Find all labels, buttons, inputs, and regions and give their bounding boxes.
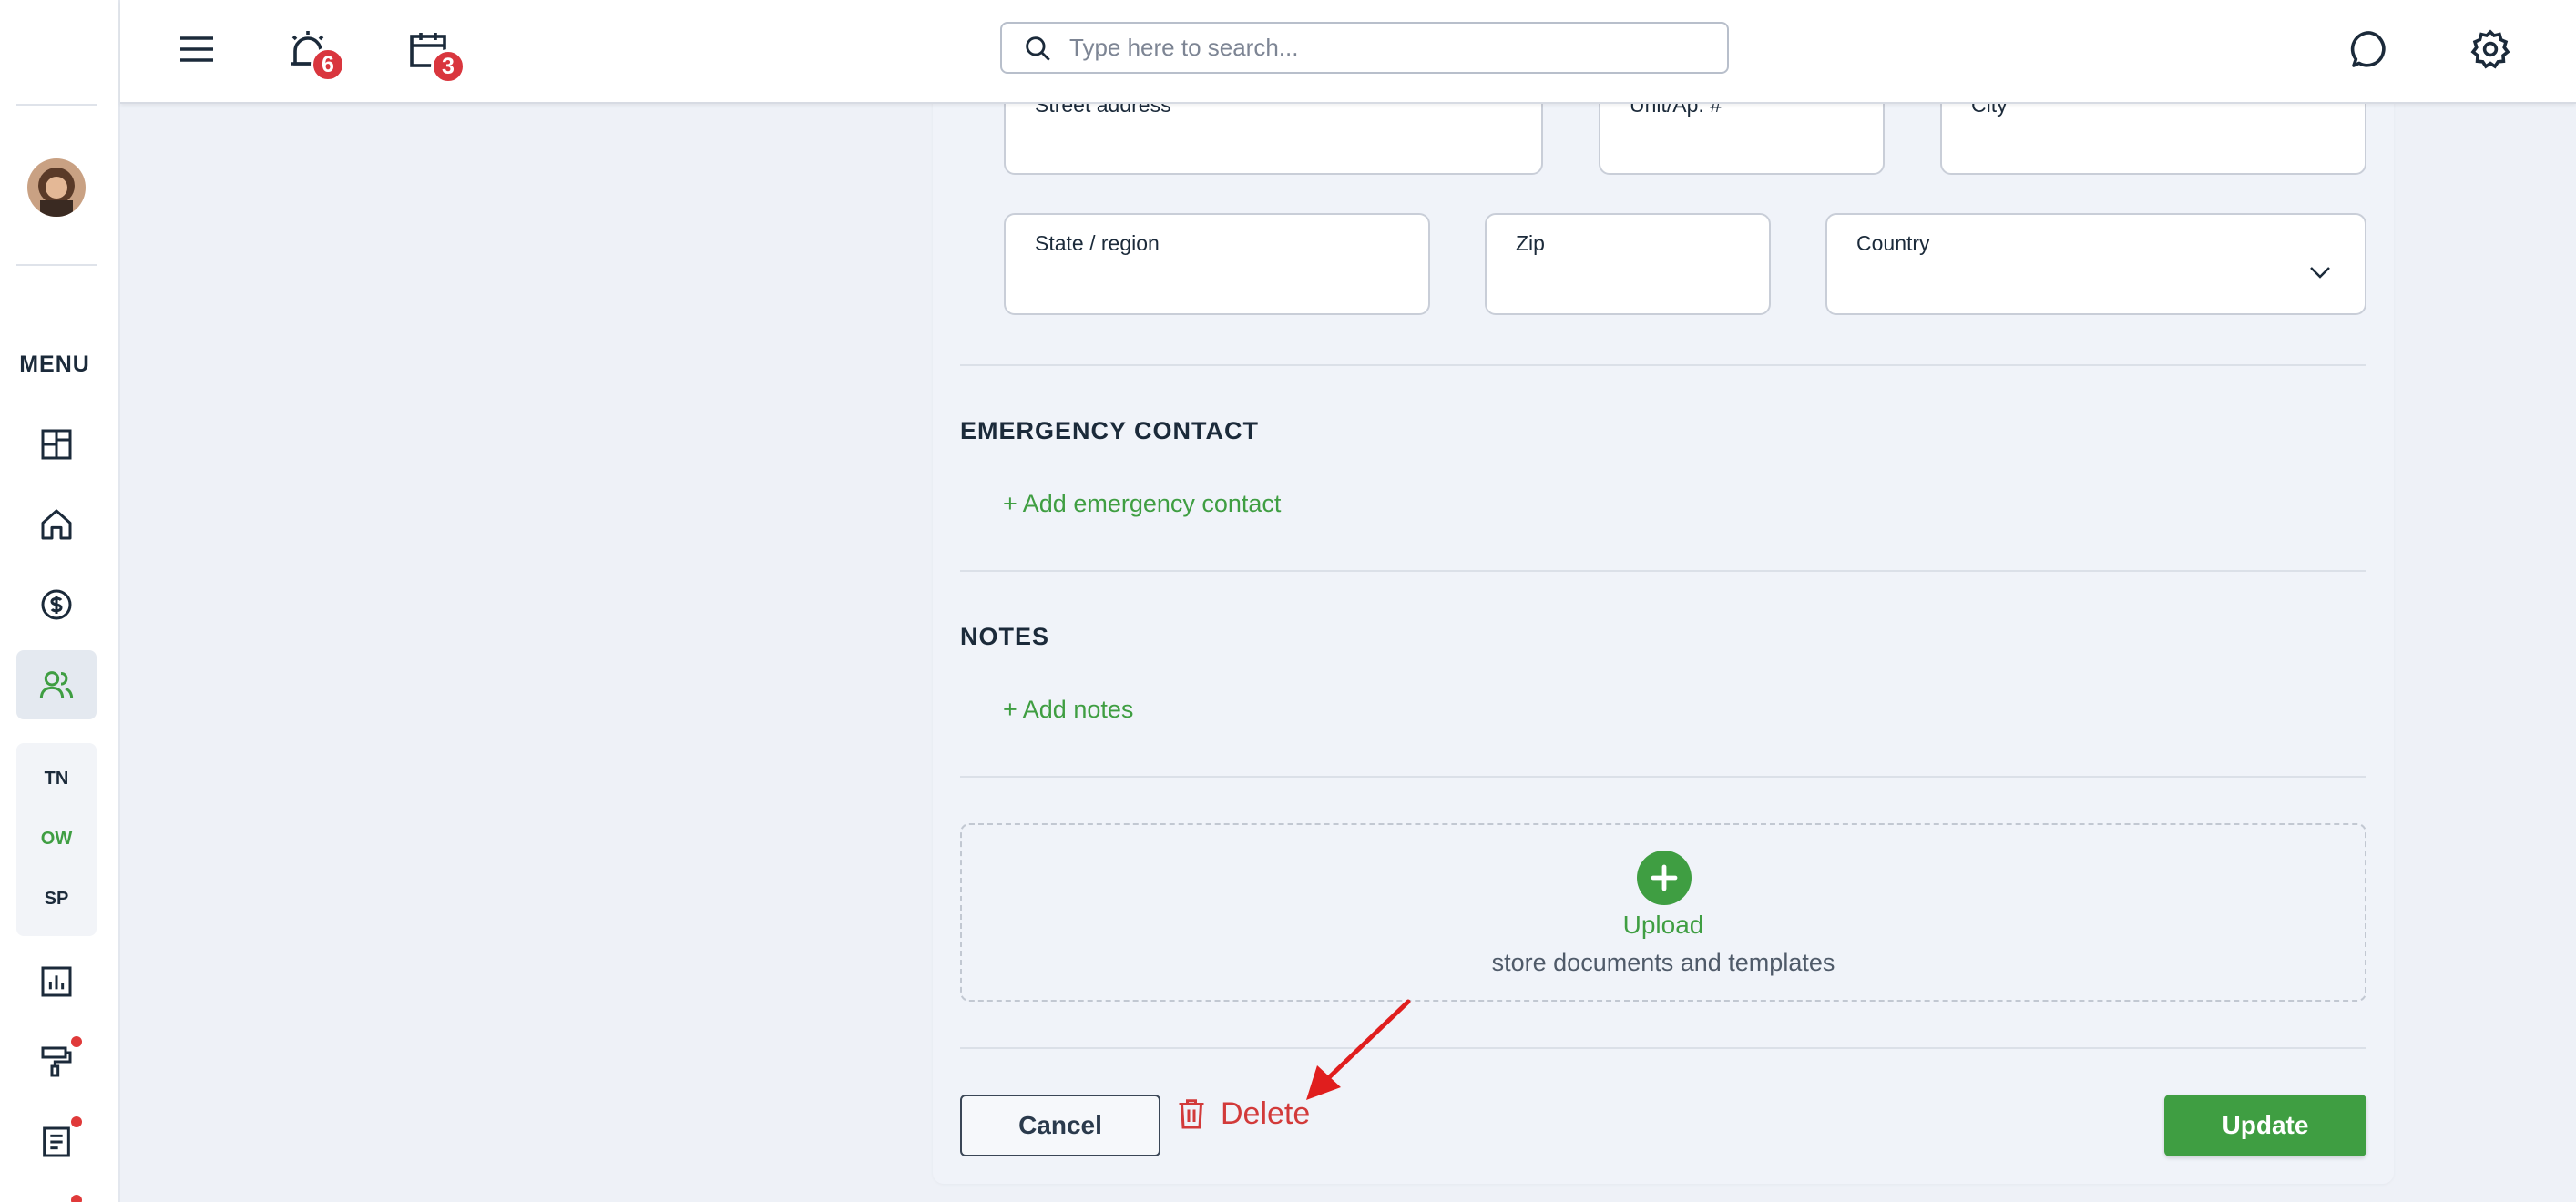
delete-button[interactable]: Delete	[1175, 1091, 1310, 1136]
home-icon[interactable]	[16, 490, 97, 559]
add-emergency-contact-link[interactable]: + Add emergency contact	[1003, 490, 1281, 518]
billing-icon[interactable]	[16, 570, 97, 639]
search-bar	[1000, 22, 1729, 74]
hamburger-menu-icon[interactable]	[169, 22, 224, 76]
section-divider	[960, 364, 2366, 366]
sidebar-divider	[16, 264, 97, 266]
calendar-badge: 3	[431, 49, 465, 84]
settings-gear-icon[interactable]	[2463, 22, 2518, 76]
dashboard-icon[interactable]	[16, 410, 97, 479]
section-divider	[960, 570, 2366, 572]
alarm-badge: 6	[311, 47, 345, 82]
quick-link-ow[interactable]: OW	[16, 829, 97, 850]
state-region-field[interactable]: State / region	[1004, 213, 1430, 315]
notification-dot	[71, 1036, 82, 1047]
sidebar-divider	[16, 104, 97, 106]
chevron-down-icon	[2310, 267, 2330, 279]
upload-title[interactable]: Upload	[962, 911, 2365, 940]
avatar[interactable]	[27, 158, 86, 217]
reports-icon[interactable]	[16, 947, 97, 1016]
notification-dot	[71, 1116, 82, 1127]
delete-label: Delete	[1221, 1095, 1311, 1131]
country-label: Country	[1856, 231, 1930, 255]
country-select[interactable]: Country	[1825, 213, 2366, 315]
emergency-contact-title: EMERGENCY CONTACT	[960, 417, 1260, 444]
zip-field[interactable]: Zip	[1485, 213, 1771, 315]
people-icon[interactable]	[16, 650, 97, 719]
document-icon[interactable]	[16, 1107, 97, 1177]
paint-roller-icon[interactable]	[16, 1027, 97, 1096]
annotation-arrow-icon	[1306, 999, 1411, 1100]
quick-links: TN OW SP	[16, 743, 97, 936]
update-button[interactable]: Update	[2164, 1095, 2366, 1156]
add-notes-link[interactable]: + Add notes	[1003, 696, 1133, 724]
plus-icon[interactable]	[1637, 851, 1692, 905]
zip-label: Zip	[1516, 231, 1545, 255]
upload-dropzone[interactable]: Upload store documents and templates	[960, 823, 2366, 1002]
chat-icon[interactable]	[2343, 22, 2397, 76]
sidebar: MENU TN OW SP	[0, 0, 120, 1202]
upload-subtitle: store documents and templates	[1491, 949, 1835, 976]
cancel-button[interactable]: Cancel	[960, 1095, 1160, 1156]
notes-title: NOTES	[960, 623, 1050, 650]
search-icon	[1026, 36, 1050, 61]
form-panel	[933, 0, 2394, 1184]
quick-link-tn[interactable]: TN	[16, 769, 97, 789]
notification-dot	[71, 1195, 82, 1202]
state-region-label: State / region	[1035, 231, 1160, 255]
section-divider	[960, 776, 2366, 778]
menu-label: MENU	[19, 351, 90, 377]
trash-icon	[1179, 1099, 1204, 1129]
section-divider	[960, 1047, 2366, 1049]
quick-link-sp[interactable]: SP	[16, 889, 97, 910]
search-input[interactable]	[1069, 34, 1689, 62]
top-bar: 6 3	[120, 0, 2576, 104]
